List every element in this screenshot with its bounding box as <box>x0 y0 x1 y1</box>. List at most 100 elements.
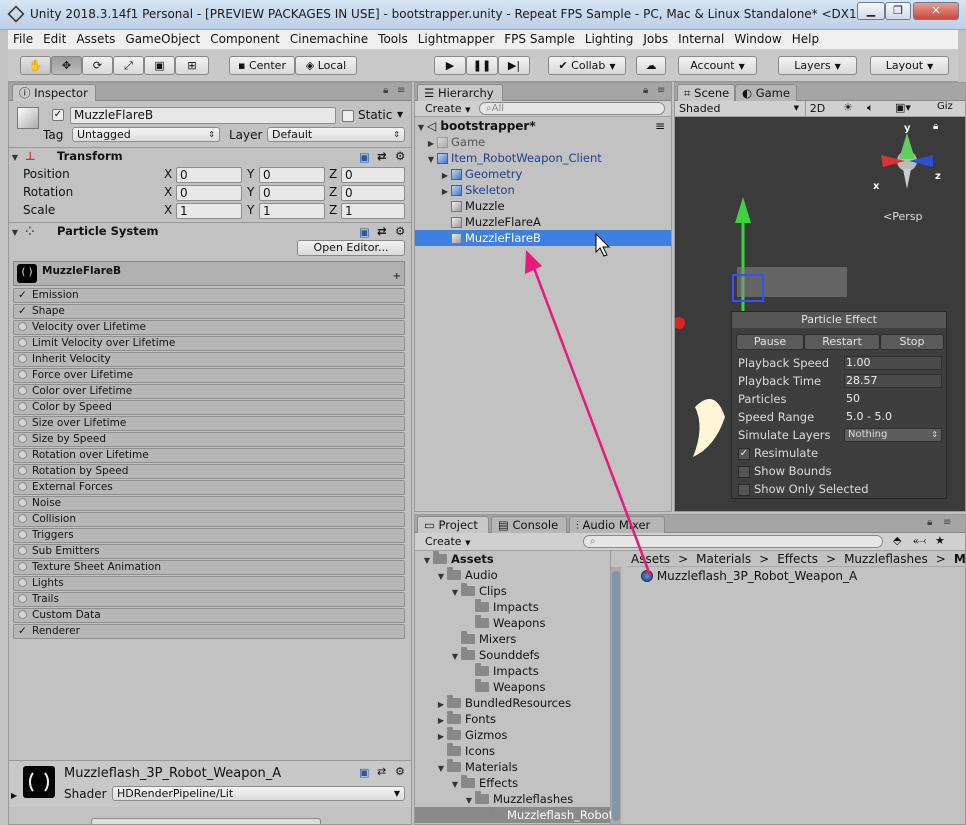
position-y-field[interactable]: 0 <box>259 167 325 183</box>
module-toggle-icon[interactable] <box>18 418 27 427</box>
minimize-button[interactable]: ▁ <box>857 2 885 20</box>
create-dropdown[interactable]: Create ▼ <box>425 102 470 115</box>
module-toggle-icon[interactable] <box>18 434 27 443</box>
project-folder-item[interactable]: Weapons <box>415 615 610 631</box>
position-z-field[interactable]: 0 <box>341 167 405 183</box>
project-folder-item[interactable]: ▶ BundledResources <box>415 695 610 711</box>
maximize-button[interactable]: ❐ <box>885 2 911 20</box>
layout-dropdown[interactable]: Layout ▼ <box>870 56 949 75</box>
effect-checkbox[interactable] <box>738 484 750 496</box>
module-toggle-icon[interactable] <box>18 370 27 379</box>
hierarchy-item[interactable]: MuzzleFlareA <box>415 214 671 230</box>
shading-mode-dropdown[interactable]: Shaded ▼ <box>679 101 801 116</box>
project-folder-item[interactable]: ▼ Muzzleflashes <box>415 791 610 807</box>
module-shape[interactable]: ✓ Shape <box>13 304 405 319</box>
add-component-button[interactable] <box>91 818 321 824</box>
checkbox-checked-icon[interactable]: ✓ <box>18 625 28 638</box>
module-external-forces[interactable]: External Forces <box>13 480 405 495</box>
account-dropdown[interactable]: Account ▼ <box>678 56 757 75</box>
module-toggle-icon[interactable] <box>18 338 27 347</box>
restart-effect-button[interactable]: Restart <box>804 334 880 350</box>
module-size-by-speed[interactable]: Size by Speed <box>13 432 405 447</box>
cloud-icon[interactable]: ☁ <box>636 56 666 75</box>
module-toggle-icon[interactable] <box>18 498 27 507</box>
pivot-center-button[interactable]: ▪ Center <box>229 56 295 75</box>
module-toggle-icon[interactable] <box>18 482 27 491</box>
hierarchy-item[interactable]: ▼ Item_RobotWeapon_Client <box>415 150 671 166</box>
add-module-icon[interactable]: + <box>393 271 401 282</box>
project-folder-item[interactable]: ▼ Assets <box>415 551 610 567</box>
rect-tool-icon[interactable]: ▣ <box>144 56 175 75</box>
breadcrumb-current[interactable]: Muzzle <box>954 552 965 566</box>
pause-button[interactable]: ❚❚ <box>466 56 498 75</box>
panel-menu-icon[interactable]: ≡ <box>397 85 405 96</box>
module-toggle-icon[interactable] <box>18 594 27 603</box>
menu-edit[interactable]: Edit <box>38 30 71 49</box>
image-effects-icon[interactable]: ▣▾ <box>895 101 911 114</box>
scale-z-field[interactable]: 1 <box>341 203 405 219</box>
module-collision[interactable]: Collision <box>13 512 405 527</box>
module-limit-velocity-over-lifetime[interactable]: Limit Velocity over Lifetime <box>13 336 405 351</box>
transform-tool-icon[interactable]: ⊞ <box>175 56 209 75</box>
pivot-local-button[interactable]: ◈ Local <box>295 56 357 75</box>
project-folder-item[interactable]: Impacts <box>415 599 610 615</box>
tree-scrollbar[interactable] <box>611 567 621 824</box>
module-noise[interactable]: Noise <box>13 496 405 511</box>
tab-console[interactable]: ▤ Console <box>491 516 567 533</box>
menu-file[interactable]: File <box>8 30 38 49</box>
module-toggle-icon[interactable] <box>18 578 27 587</box>
preset-icon[interactable]: ⇄ <box>377 765 386 778</box>
position-x-field[interactable]: 0 <box>176 167 242 183</box>
project-folder-item[interactable]: ▶ Fonts <box>415 711 610 727</box>
audio-icon[interactable]: 🔈︎ <box>867 101 874 115</box>
module-sub-emitters[interactable]: Sub Emitters <box>13 544 405 559</box>
expand-icon[interactable]: ▶ <box>11 791 17 800</box>
gear-icon[interactable]: ⚙ <box>395 148 405 165</box>
open-editor-button[interactable]: Open Editor... <box>297 240 405 256</box>
module-toggle-icon[interactable] <box>18 322 27 331</box>
effect-checkbox[interactable]: ✓ <box>738 448 750 460</box>
static-checkbox[interactable] <box>342 110 354 122</box>
module-rotation-over-lifetime[interactable]: Rotation over Lifetime <box>13 448 405 463</box>
effect-value[interactable]: 1.00 <box>846 356 871 369</box>
panel-menu-icon[interactable]: ≡ <box>943 517 951 528</box>
project-folder-item[interactable]: Muzzleflash_Robot <box>415 807 613 823</box>
filter-label-icon[interactable]: ⬷ <box>913 534 926 548</box>
menu-lighting[interactable]: Lighting <box>580 30 639 49</box>
hierarchy-item[interactable]: ▶ Skeleton <box>415 182 671 198</box>
scale-tool-icon[interactable]: ⤢ <box>113 56 144 75</box>
close-button[interactable]: ✕ <box>913 2 959 20</box>
project-folder-item[interactable]: Impacts <box>415 663 610 679</box>
project-folder-item[interactable]: ▼ Materials <box>415 759 610 775</box>
simulate-layers-dropdown[interactable]: Nothing ⇕ <box>844 428 942 442</box>
rotation-x-field[interactable]: 0 <box>176 185 242 201</box>
lock-icon[interactable]: 🔒︎ <box>383 85 388 96</box>
help-icon[interactable]: ▣ <box>359 766 369 779</box>
help-icon[interactable]: ▣ <box>359 149 370 166</box>
filter-type-icon[interactable]: ⬘ <box>893 534 901 547</box>
breadcrumb-assets[interactable]: Assets <box>631 552 670 566</box>
collab-button[interactable]: ✔ Collab ▼ <box>548 56 626 75</box>
module-color-by-speed[interactable]: Color by Speed <box>13 400 405 415</box>
breadcrumb-muzzleflashes[interactable]: Muzzleflashes <box>844 552 928 566</box>
module-toggle-icon[interactable] <box>18 450 27 459</box>
menu-assets[interactable]: Assets <box>71 30 120 49</box>
menu-gameobject[interactable]: GameObject <box>120 30 205 49</box>
module-force-over-lifetime[interactable]: Force over Lifetime <box>13 368 405 383</box>
orientation-gizmo[interactable]: y x z 🔒︎ <box>871 119 963 205</box>
rotation-y-field[interactable]: 0 <box>259 185 325 201</box>
module-custom-data[interactable]: Custom Data <box>13 608 405 623</box>
module-size-over-lifetime[interactable]: Size over Lifetime <box>13 416 405 431</box>
pause-effect-button[interactable]: Pause <box>736 334 804 350</box>
module-lights[interactable]: Lights <box>13 576 405 591</box>
module-toggle-icon[interactable] <box>18 514 27 523</box>
hierarchy-item[interactable]: MuzzleFlareB <box>415 230 671 246</box>
play-button[interactable]: ▶ <box>434 56 466 75</box>
tab-scene[interactable]: ⌗ Scene <box>677 84 735 101</box>
project-folder-item[interactable]: Weapons <box>415 679 610 695</box>
hierarchy-item[interactable]: ▶ Game <box>415 134 671 150</box>
module-inherit-velocity[interactable]: Inherit Velocity <box>13 352 405 367</box>
help-icon[interactable]: ▣ <box>359 224 370 241</box>
tab-hierarchy[interactable]: ☰ Hierarchy <box>417 84 503 101</box>
preset-icon[interactable]: ⇄ <box>377 223 387 240</box>
